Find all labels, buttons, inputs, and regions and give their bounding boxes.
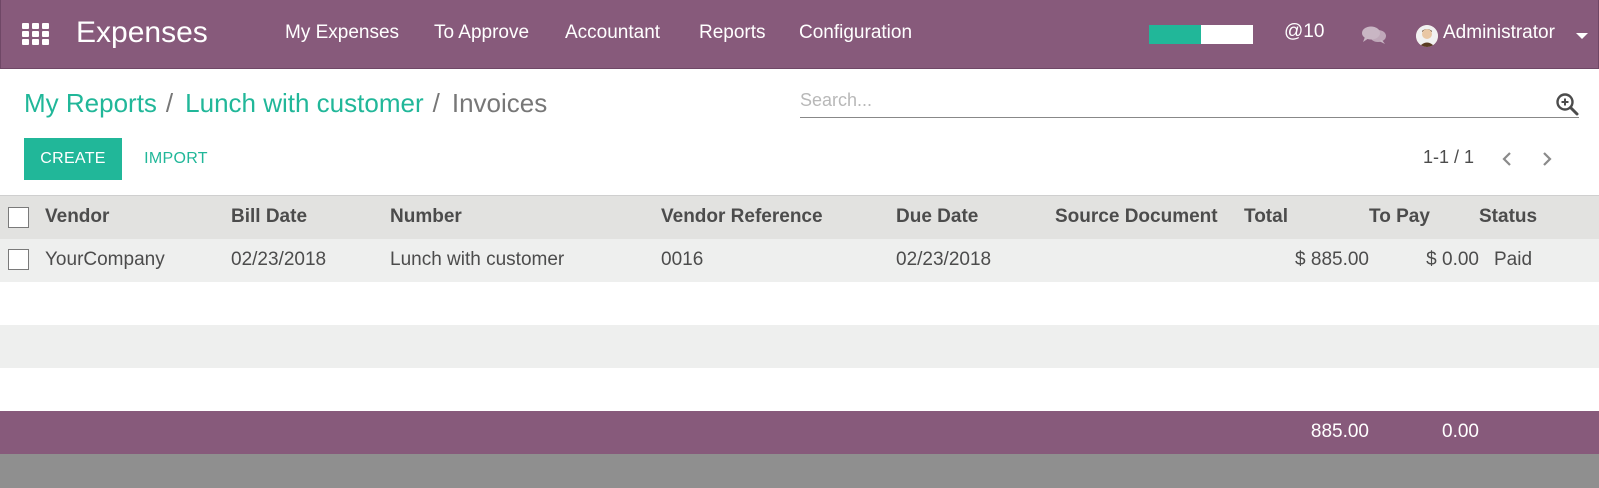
column-header-to-pay[interactable]: To Pay	[1369, 195, 1479, 239]
table-header-row: Vendor Bill Date Number Vendor Reference…	[0, 195, 1599, 239]
menu-to-approve[interactable]: To Approve	[434, 22, 529, 44]
cell-source-document[interactable]	[1055, 238, 1244, 282]
column-header-vendor-reference[interactable]: Vendor Reference	[661, 195, 896, 239]
breadcrumb-separator: /	[432, 88, 440, 118]
cell-bill-date[interactable]: 02/23/2018	[231, 238, 390, 282]
cell-status[interactable]: Paid	[1479, 238, 1599, 282]
column-header-total[interactable]: Total	[1244, 195, 1369, 239]
bottom-scroll-area	[0, 454, 1599, 488]
cell-due-date[interactable]: 02/23/2018	[896, 238, 1055, 282]
search-plus-icon[interactable]	[1555, 92, 1579, 116]
footer-total: 885.00	[1244, 410, 1369, 454]
menu-accountant[interactable]: Accountant	[565, 22, 660, 44]
select-all-cell	[0, 195, 45, 239]
table-row[interactable]: YourCompany 02/23/2018 Lunch with custom…	[0, 238, 1599, 282]
top-navbar: Expenses My Expenses To Approve Accounta…	[0, 0, 1599, 69]
search-input[interactable]	[800, 88, 1530, 111]
apps-grid-icon[interactable]	[22, 23, 50, 45]
select-all-checkbox[interactable]	[8, 206, 29, 228]
search-bar	[800, 88, 1579, 118]
table-footer-totals: 885.00 0.00	[0, 410, 1599, 454]
pager-value[interactable]: 1-1 / 1	[1423, 147, 1474, 168]
column-header-status[interactable]: Status	[1479, 195, 1599, 239]
column-header-bill-date[interactable]: Bill Date	[231, 195, 390, 239]
chevron-right-icon[interactable]	[1540, 150, 1554, 168]
mentions-counter[interactable]: @10	[1284, 21, 1324, 43]
cell-number[interactable]: Lunch with customer	[390, 238, 661, 282]
cell-vendor-reference[interactable]: 0016	[661, 238, 896, 282]
onboarding-progress-bar[interactable]	[1149, 25, 1253, 44]
footer-to-pay: 0.00	[1369, 410, 1479, 454]
chat-bubbles-icon[interactable]	[1361, 25, 1387, 45]
breadcrumb-my-reports[interactable]: My Reports	[24, 88, 157, 118]
row-checkbox[interactable]	[8, 249, 29, 271]
breadcrumb: My Reports / Lunch with customer / Invoices	[24, 88, 547, 119]
cell-total[interactable]: $ 885.00	[1244, 238, 1369, 282]
empty-row	[0, 281, 1599, 325]
invoices-table: Vendor Bill Date Number Vendor Reference…	[0, 195, 1599, 454]
user-avatar-icon[interactable]	[1416, 25, 1438, 47]
column-header-number[interactable]: Number	[390, 195, 661, 239]
breadcrumb-current: Invoices	[451, 88, 548, 118]
column-header-due-date[interactable]: Due Date	[896, 195, 1055, 239]
caret-down-icon[interactable]	[1576, 33, 1588, 39]
menu-reports[interactable]: Reports	[699, 22, 766, 44]
app-title[interactable]: Expenses	[76, 16, 208, 50]
column-header-source-document[interactable]: Source Document	[1055, 195, 1244, 239]
row-select-cell	[0, 238, 45, 282]
column-header-vendor[interactable]: Vendor	[45, 195, 231, 239]
progress-fill	[1149, 25, 1201, 44]
menu-configuration[interactable]: Configuration	[799, 22, 912, 44]
cell-vendor[interactable]: YourCompany	[45, 238, 231, 282]
user-menu[interactable]: Administrator	[1443, 22, 1555, 44]
empty-row	[0, 367, 1599, 411]
empty-row	[0, 324, 1599, 368]
import-button[interactable]: IMPORT	[130, 138, 222, 180]
cell-to-pay[interactable]: $ 0.00	[1369, 238, 1479, 282]
menu-my-expenses[interactable]: My Expenses	[285, 22, 399, 44]
breadcrumb-separator: /	[165, 88, 174, 118]
create-button[interactable]: CREATE	[24, 138, 122, 180]
breadcrumb-lunch-with-customer[interactable]: Lunch with customer	[185, 88, 423, 118]
chevron-left-icon[interactable]	[1500, 150, 1514, 168]
